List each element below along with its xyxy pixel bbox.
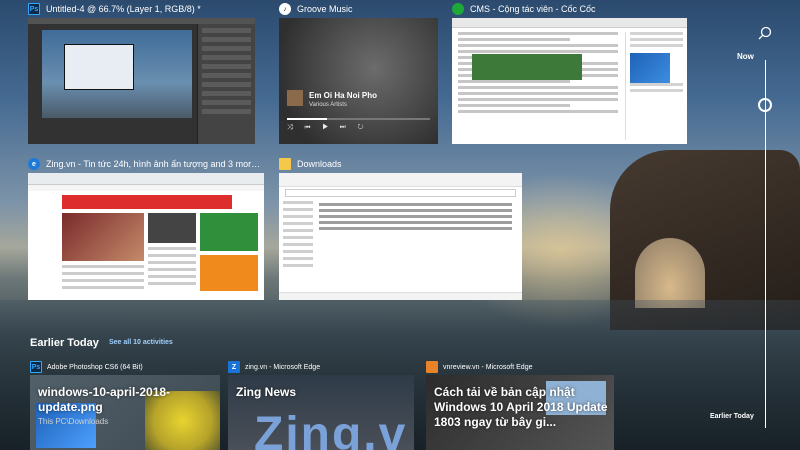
card-header: vnreview.vn - Microsoft Edge xyxy=(426,360,614,374)
search-icon[interactable] xyxy=(758,26,772,40)
album-art xyxy=(287,90,303,106)
window-preview xyxy=(28,18,255,144)
window-title: Downloads xyxy=(297,159,342,169)
window-header: e Zing.vn - Tin tức 24h, hình ảnh ấn tượ… xyxy=(28,155,264,173)
window-preview: Em Oi Ha Noi Pho Various Artists ⤨ ⏮ ▶ ⏭… xyxy=(279,18,438,144)
window-preview xyxy=(452,18,687,144)
wallpaper-arch xyxy=(635,238,705,308)
timeline-earlier-today-label: Earlier Today xyxy=(710,413,754,420)
window-preview xyxy=(28,173,264,300)
window-title: Untitled-4 @ 66.7% (Layer 1, RGB/8) * xyxy=(46,4,201,14)
window-header: CMS - Cộng tác viên - Cốc Cốc xyxy=(452,0,687,18)
playback-controls: ⤨ ⏮ ▶ ⏭ ↻ xyxy=(287,124,369,131)
edge-icon: e xyxy=(28,158,40,170)
window-preview xyxy=(279,173,522,300)
window-header: Downloads xyxy=(279,155,522,173)
see-all-activities-link[interactable]: See all 10 activities xyxy=(109,339,173,346)
artist-name: Various Artists xyxy=(309,102,347,108)
groove-music-icon: ♪ xyxy=(279,3,291,15)
card-app-name: vnreview.vn - Microsoft Edge xyxy=(443,363,533,371)
card-header: Z zing.vn - Microsoft Edge xyxy=(228,360,414,374)
window-thumbnail-coccoc[interactable]: CMS - Cộng tác viên - Cốc Cốc xyxy=(452,0,687,144)
window-title: CMS - Cộng tác viên - Cốc Cốc xyxy=(470,4,596,14)
zing-logo: Zing.v xyxy=(254,408,408,450)
folder-icon xyxy=(279,158,291,170)
card-preview: Zing.v Zing News xyxy=(228,375,414,450)
progress-bar xyxy=(287,118,430,120)
vnreview-icon xyxy=(426,361,438,373)
card-path: This PC\Downloads xyxy=(38,417,109,426)
window-title: Groove Music xyxy=(297,4,353,14)
activity-card-vnreview[interactable]: vnreview.vn - Microsoft Edge Cách tải về… xyxy=(426,360,614,450)
card-preview: Cách tải về bản cập nhật Windows 10 Apri… xyxy=(426,375,614,450)
window-thumbnail-downloads[interactable]: Downloads xyxy=(279,155,522,300)
coccoc-icon xyxy=(452,3,464,15)
window-thumbnail-groove-music[interactable]: ♪ Groove Music Em Oi Ha Noi Pho Various … xyxy=(279,0,438,144)
photoshop-icon: Ps xyxy=(28,3,40,15)
card-header: Ps Adobe Photoshop CS6 (64 Bit) xyxy=(30,360,220,374)
card-heading: Cách tải về bản cập nhật Windows 10 Apri… xyxy=(434,385,608,429)
activity-card-zing[interactable]: Z zing.vn - Microsoft Edge Zing.v Zing N… xyxy=(228,360,414,450)
zing-icon: Z xyxy=(228,361,240,373)
section-title-earlier-today: Earlier Today xyxy=(30,337,99,349)
song-title: Em Oi Ha Noi Pho xyxy=(309,91,378,100)
card-heading: windows-10-april-2018-update.png xyxy=(38,385,171,414)
activity-card-photoshop[interactable]: Ps Adobe Photoshop CS6 (64 Bit) windows-… xyxy=(30,360,220,450)
window-title: Zing.vn - Tin tức 24h, hình ảnh ấn tượng… xyxy=(46,159,264,169)
photoshop-icon: Ps xyxy=(30,361,42,373)
window-header: ♪ Groove Music xyxy=(279,0,438,18)
window-header: Ps Untitled-4 @ 66.7% (Layer 1, RGB/8) * xyxy=(28,0,255,18)
card-preview: windows-10-april-2018-update.png This PC… xyxy=(30,375,220,450)
card-app-name: Adobe Photoshop CS6 (64 Bit) xyxy=(47,363,143,371)
card-app-name: zing.vn - Microsoft Edge xyxy=(245,363,321,371)
timeline-scrubber-handle[interactable] xyxy=(758,98,772,112)
window-thumbnail-zing[interactable]: e Zing.vn - Tin tức 24h, hình ảnh ấn tượ… xyxy=(28,155,264,300)
window-thumbnail-photoshop[interactable]: Ps Untitled-4 @ 66.7% (Layer 1, RGB/8) * xyxy=(28,0,255,144)
card-heading: Zing News xyxy=(236,385,297,399)
timeline-track[interactable] xyxy=(765,60,766,428)
timeline-now-label: Now xyxy=(737,52,754,61)
